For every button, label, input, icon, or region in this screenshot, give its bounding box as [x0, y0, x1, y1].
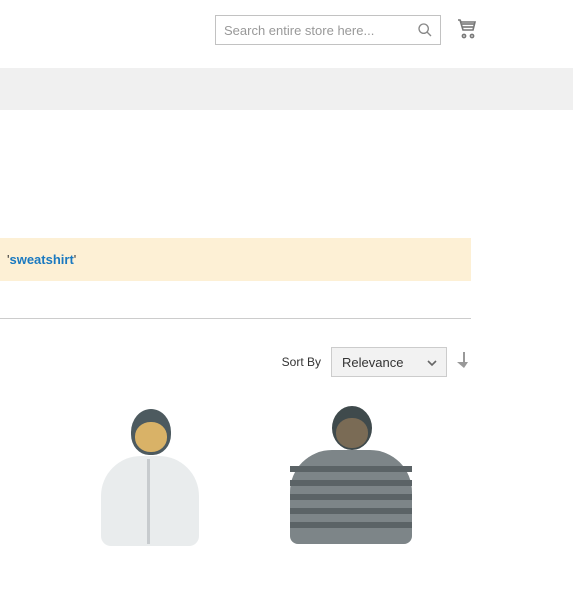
- search-button[interactable]: [410, 16, 440, 44]
- nav-bar: [0, 68, 573, 110]
- search-input[interactable]: [216, 16, 410, 44]
- sort-direction-button[interactable]: [457, 352, 471, 373]
- search-icon: [417, 22, 433, 38]
- product-image: [276, 404, 436, 604]
- chevron-down-icon: [426, 357, 438, 369]
- sort-select[interactable]: Relevance: [331, 347, 447, 377]
- sorter: Sort By Relevance: [0, 347, 471, 377]
- product-item[interactable]: [276, 404, 436, 604]
- sort-by-label: Sort By: [282, 355, 321, 369]
- cart-icon: [455, 17, 479, 39]
- search-box: [215, 15, 441, 45]
- notice-suffix: ': [74, 252, 76, 267]
- header: [0, 0, 573, 68]
- related-search-link[interactable]: sweatshirt: [9, 252, 73, 267]
- sort-select-value: Relevance: [342, 355, 403, 370]
- toolbar: Sort By Relevance: [0, 318, 471, 377]
- product-grid: [0, 404, 471, 604]
- product-item[interactable]: [81, 404, 241, 604]
- product-image: [81, 404, 241, 604]
- related-search-notice: 'sweatshirt': [0, 238, 471, 281]
- arrow-down-icon: [457, 352, 471, 368]
- cart-button[interactable]: [455, 17, 479, 42]
